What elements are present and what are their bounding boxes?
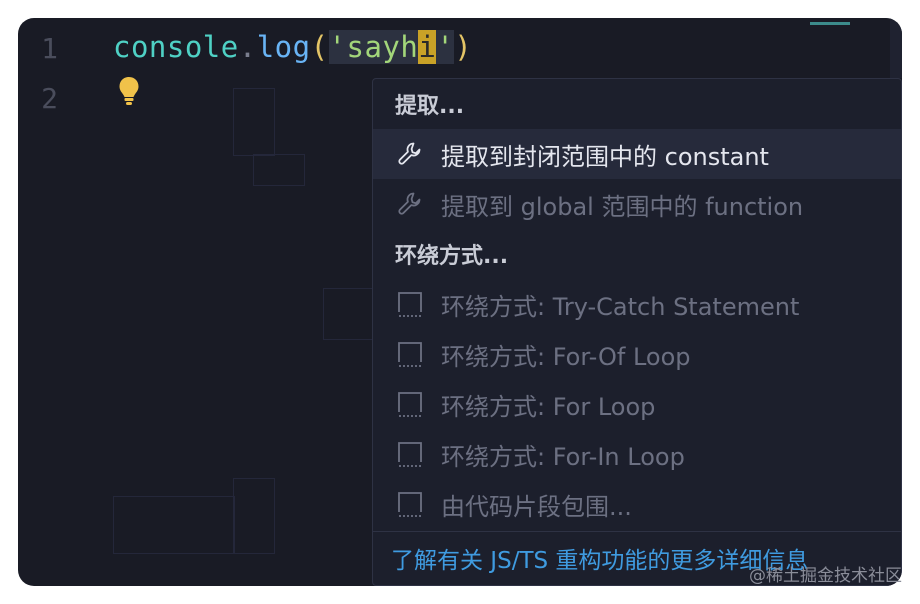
minimap-indicator <box>810 22 850 25</box>
snippet-box-icon <box>395 339 425 369</box>
menu-item-extract-constant[interactable]: 提取到封闭范围中的 constant <box>373 129 901 179</box>
wrench-icon <box>395 189 425 219</box>
code-editor[interactable]: 1 2 console.log('sayhi') 提取... 提取到封闭范围中的… <box>18 18 902 586</box>
menu-header-surround: 环绕方式... <box>395 244 509 269</box>
vertical-scrollbar[interactable] <box>890 18 902 78</box>
code-token-string: 'sayh <box>328 30 419 64</box>
menu-item-label: 由代码片段包围... <box>441 492 632 521</box>
code-line-1[interactable]: console.log('sayhi') <box>113 30 472 64</box>
menu-item-label: 提取到封闭范围中的 constant <box>441 142 769 171</box>
code-token-dot: . <box>238 30 257 64</box>
menu-item-surround-snippet[interactable]: 由代码片段包围... <box>373 479 901 529</box>
menu-item-extract-function[interactable]: 提取到 global 范围中的 function <box>373 179 901 229</box>
snippet-box-icon <box>395 289 425 319</box>
menu-item-label: 环绕方式: For Loop <box>441 392 656 421</box>
menu-item-label: 环绕方式: For-In Loop <box>441 442 685 471</box>
menu-item-try-catch[interactable]: 环绕方式: Try-Catch Statement <box>373 279 901 329</box>
ghost-shape <box>233 88 275 156</box>
text-cursor: i <box>418 30 437 64</box>
menu-divider <box>373 531 901 532</box>
menu-item-label: 环绕方式: For-Of Loop <box>441 342 691 371</box>
ghost-shape <box>233 478 275 554</box>
code-token-string-end: ' <box>436 30 455 64</box>
menu-header-extract: 提取... <box>395 94 465 119</box>
code-token-object: console <box>113 30 239 64</box>
code-token-method: log <box>256 30 311 64</box>
watermark: @稀土掘金技术社区 <box>749 566 902 586</box>
snippet-box-icon <box>395 389 425 419</box>
menu-item-for-in[interactable]: 环绕方式: For-In Loop <box>373 429 901 479</box>
snippet-box-icon <box>395 489 425 519</box>
code-token-close-paren: ) <box>454 30 473 64</box>
line-number-2: 2 <box>41 82 58 115</box>
menu-item-label: 环绕方式: Try-Catch Statement <box>441 292 800 321</box>
line-number-1: 1 <box>41 32 58 65</box>
menu-item-for[interactable]: 环绕方式: For Loop <box>373 379 901 429</box>
ghost-shape <box>253 154 305 186</box>
code-token-open-paren: ( <box>310 30 329 64</box>
code-action-menu[interactable]: 提取... 提取到封闭范围中的 constant 提取到 global 范围中的… <box>372 78 902 586</box>
string-selection: 'sayhi' <box>328 30 455 64</box>
snippet-box-icon <box>395 439 425 469</box>
lightbulb-icon[interactable] <box>118 76 140 106</box>
menu-item-for-of[interactable]: 环绕方式: For-Of Loop <box>373 329 901 379</box>
menu-item-label: 提取到 global 范围中的 function <box>441 192 804 221</box>
wrench-icon <box>395 139 425 169</box>
ghost-shape <box>113 496 235 554</box>
